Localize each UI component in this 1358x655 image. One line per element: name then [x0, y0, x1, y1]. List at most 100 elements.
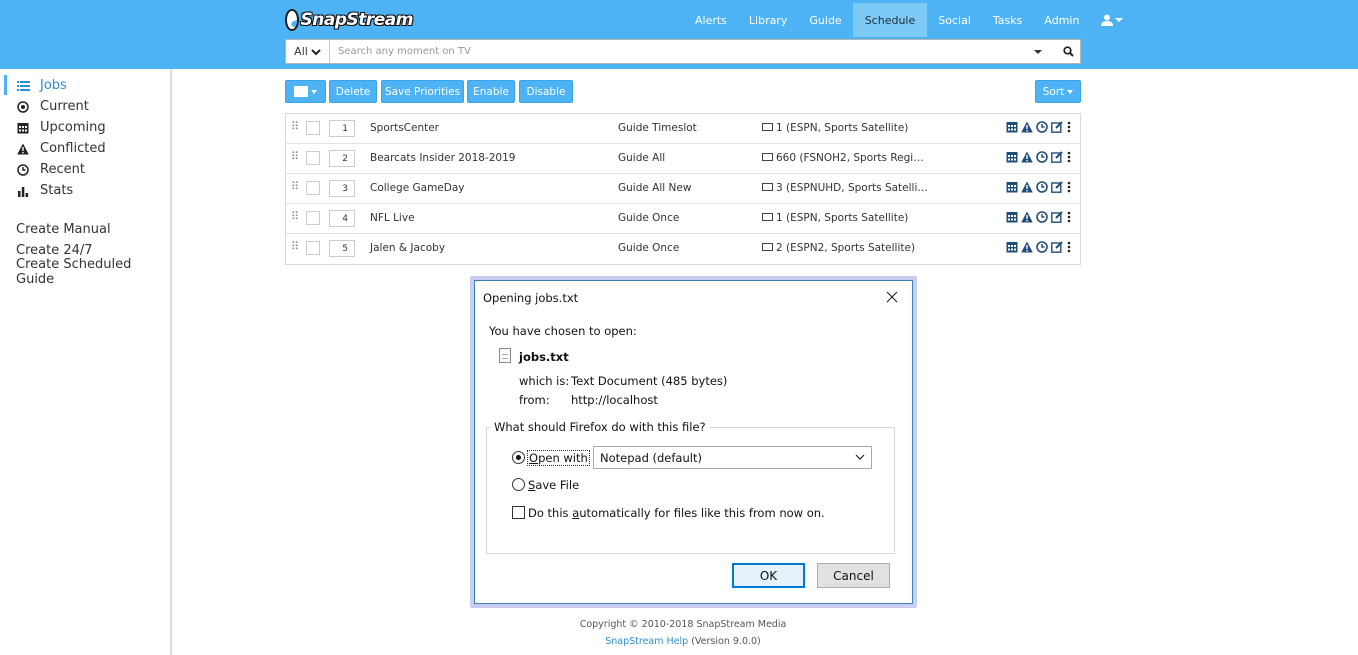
clock-icon[interactable]: [1036, 121, 1048, 133]
nav-admin[interactable]: Admin: [1033, 3, 1090, 37]
calendar-icon[interactable]: [1006, 241, 1018, 253]
row-checkbox[interactable]: [306, 151, 320, 165]
save-file-label[interactable]: Save File: [528, 478, 579, 492]
ok-button[interactable]: OK: [732, 563, 805, 588]
sidebar-item-recent[interactable]: Recent: [16, 159, 85, 180]
clock-icon[interactable]: [1036, 241, 1048, 253]
more-options-icon[interactable]: [1066, 241, 1072, 253]
nav-alerts[interactable]: Alerts: [684, 3, 738, 37]
nav-guide[interactable]: Guide: [798, 3, 852, 37]
sidebar-item-conflicted[interactable]: Conflicted: [16, 138, 106, 159]
open-with-label[interactable]: Open with: [527, 450, 590, 466]
save-file-radio[interactable]: [512, 478, 525, 491]
help-link[interactable]: SnapStream Help: [605, 636, 688, 647]
job-name[interactable]: SportsCenter: [370, 122, 439, 134]
sort-button[interactable]: Sort: [1035, 80, 1081, 103]
remember-choice-checkbox[interactable]: [512, 506, 525, 519]
table-row[interactable]: 4 NFL Live Guide Once 1 (ESPN, Sports Satel…: [286, 204, 1080, 234]
priority-input[interactable]: 2: [329, 150, 355, 167]
clock-icon[interactable]: [1036, 151, 1048, 163]
sidebar-item-upcoming[interactable]: Upcoming: [16, 117, 106, 138]
warning-icon[interactable]: [1021, 181, 1033, 193]
save-priorities-button[interactable]: Save Priorities: [381, 80, 464, 103]
row-checkbox[interactable]: [306, 241, 320, 255]
cancel-button[interactable]: Cancel: [817, 563, 890, 588]
drag-handle-icon[interactable]: [291, 240, 299, 253]
warning-icon[interactable]: [1021, 241, 1033, 253]
disable-button[interactable]: Disable: [519, 80, 573, 103]
file-source-value: http://localhost: [571, 393, 658, 407]
priority-input[interactable]: 1: [329, 120, 355, 137]
clock-icon[interactable]: [1036, 211, 1048, 223]
table-row[interactable]: 1 SportsCenter Guide Timeslot 1 (ESPN, Spor…: [286, 114, 1080, 144]
more-options-icon[interactable]: [1066, 151, 1072, 163]
create-scheduled-guide-link[interactable]: Create Scheduled Guide: [16, 257, 170, 287]
delete-button[interactable]: Delete: [329, 80, 377, 103]
sidebar-item-stats[interactable]: Stats: [16, 180, 73, 201]
user-menu[interactable]: [1090, 3, 1134, 37]
nav-social[interactable]: Social: [927, 3, 982, 37]
warning-icon[interactable]: [1021, 121, 1033, 133]
open-with-radio[interactable]: [512, 451, 525, 464]
drag-handle-icon[interactable]: [291, 150, 299, 163]
drag-handle-icon[interactable]: [291, 120, 299, 133]
job-name[interactable]: Jalen & Jacoby: [370, 242, 445, 254]
more-options-icon[interactable]: [1066, 211, 1072, 223]
calendar-icon[interactable]: [1006, 211, 1018, 223]
calendar-icon[interactable]: [1006, 121, 1018, 133]
application-select[interactable]: Notepad (default): [593, 446, 872, 469]
nav-tasks[interactable]: Tasks: [982, 3, 1033, 37]
drag-handle-icon[interactable]: [291, 210, 299, 223]
calendar-icon[interactable]: [1006, 181, 1018, 193]
edit-icon[interactable]: [1051, 181, 1063, 193]
caret-down-icon: [1067, 89, 1074, 94]
job-type: Guide All: [618, 152, 666, 164]
tv-icon: [762, 243, 773, 251]
search-input[interactable]: [330, 40, 1034, 63]
table-row[interactable]: 2 Bearcats Insider 2018-2019 Guide All 660 …: [286, 144, 1080, 174]
save-file-text: ave File: [535, 478, 580, 492]
sidebar-item-jobs[interactable]: Jobs: [16, 75, 67, 96]
select-all-dropdown[interactable]: [285, 80, 326, 103]
job-name[interactable]: College GameDay: [370, 182, 465, 194]
close-icon[interactable]: [885, 290, 899, 304]
search-icon: [1062, 46, 1074, 57]
calendar-icon[interactable]: [1006, 151, 1018, 163]
sort-label: Sort: [1042, 85, 1065, 98]
priority-input[interactable]: 5: [329, 240, 355, 257]
edit-icon[interactable]: [1051, 211, 1063, 223]
priority-input[interactable]: 4: [329, 210, 355, 227]
search-scope-dropdown[interactable]: All: [286, 40, 330, 63]
more-options-icon[interactable]: [1066, 181, 1072, 193]
action-group-legend: What should Firefox do with this file?: [491, 420, 709, 434]
row-checkbox[interactable]: [306, 181, 320, 195]
warning-icon[interactable]: [1021, 151, 1033, 163]
dialog-lead-text: You have chosen to open:: [489, 324, 637, 338]
top-header: SnapStream Alerts Library Guide Schedule…: [0, 0, 1358, 69]
job-name[interactable]: NFL Live: [370, 212, 415, 224]
edit-icon[interactable]: [1051, 241, 1063, 253]
warning-icon[interactable]: [1021, 211, 1033, 223]
row-checkbox[interactable]: [306, 211, 320, 225]
edit-icon[interactable]: [1051, 121, 1063, 133]
drag-handle-icon[interactable]: [291, 180, 299, 193]
clock-icon[interactable]: [1036, 181, 1048, 193]
nav-library[interactable]: Library: [738, 3, 798, 37]
search-button[interactable]: [1056, 40, 1080, 63]
table-row[interactable]: 5 Jalen & Jacoby Guide Once 2 (ESPN2, Sport…: [286, 234, 1080, 264]
copyright-text: Copyright © 2010-2018 SnapStream Media: [579, 619, 787, 630]
more-options-icon[interactable]: [1066, 121, 1072, 133]
enable-button[interactable]: Enable: [467, 80, 515, 103]
caret-down-icon: [1115, 18, 1124, 22]
sidebar-item-current[interactable]: Current: [16, 96, 89, 117]
table-row[interactable]: 3 College GameDay Guide All New 3 (ESPNUHD,…: [286, 174, 1080, 204]
nav-schedule[interactable]: Schedule: [852, 3, 928, 37]
priority-input[interactable]: 3: [329, 180, 355, 197]
search-history-dropdown-icon[interactable]: [1034, 49, 1042, 54]
create-manual-link[interactable]: Create Manual: [16, 219, 111, 240]
row-checkbox[interactable]: [306, 121, 320, 135]
remember-choice-label[interactable]: Do this automatically for files like thi…: [528, 506, 825, 520]
snapstream-logo[interactable]: SnapStream: [285, 8, 414, 32]
edit-icon[interactable]: [1051, 151, 1063, 163]
job-name[interactable]: Bearcats Insider 2018-2019: [370, 152, 515, 164]
